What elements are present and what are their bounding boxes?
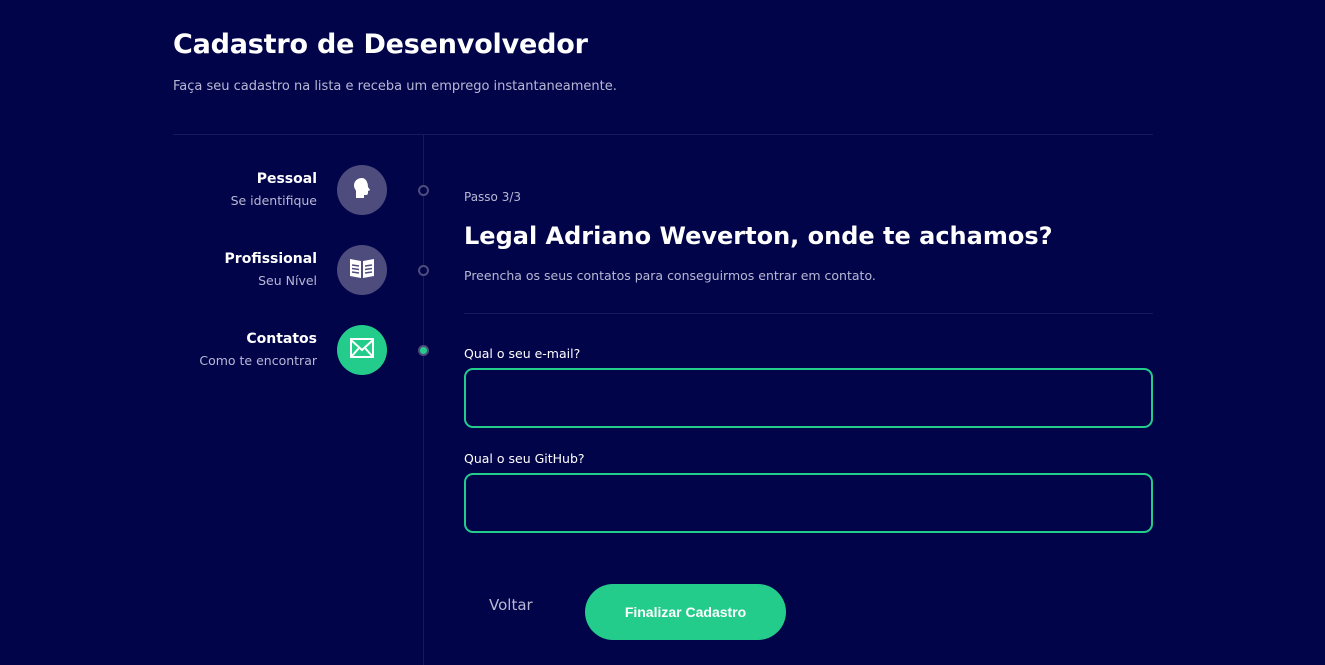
- email-label: Qual o seu e-mail?: [464, 346, 581, 361]
- page-title: Cadastro de Desenvolvedor: [173, 29, 588, 60]
- step-contatos[interactable]: Contatos Como te encontrar: [173, 325, 433, 377]
- github-field[interactable]: [464, 473, 1153, 533]
- step-dot: [418, 345, 429, 356]
- email-field[interactable]: [464, 368, 1153, 428]
- submit-button[interactable]: Finalizar Cadastro: [585, 584, 786, 640]
- step-dot: [418, 265, 429, 276]
- step-circle: [337, 325, 387, 375]
- step-description: Seu Nível: [258, 273, 317, 288]
- form-divider: [464, 313, 1153, 314]
- step-profissional-text: Profissional Seu Nível: [225, 251, 317, 288]
- head-icon: [350, 176, 374, 204]
- step-contatos-text: Contatos Como te encontrar: [199, 331, 317, 368]
- step-pessoal[interactable]: Pessoal Se identifique: [173, 165, 433, 217]
- form-description: Preencha os seus contatos para conseguir…: [464, 268, 876, 283]
- step-title: Pessoal: [256, 171, 317, 187]
- step-dot: [418, 185, 429, 196]
- signup-container: Cadastro de Desenvolvedor Faça seu cadas…: [173, 0, 1153, 665]
- mail-icon: [349, 337, 375, 363]
- book-icon: [349, 257, 375, 283]
- step-description: Como te encontrar: [199, 353, 317, 368]
- step-circle: [337, 165, 387, 215]
- page-subtitle: Faça seu cadastro na lista e receba um e…: [173, 79, 617, 94]
- github-label: Qual o seu GitHub?: [464, 451, 585, 466]
- back-button[interactable]: Voltar: [489, 596, 533, 614]
- step-description: Se identifique: [230, 193, 317, 208]
- step-circle: [337, 245, 387, 295]
- step-counter: Passo 3/3: [464, 190, 522, 204]
- step-profissional[interactable]: Profissional Seu Nível: [173, 245, 433, 297]
- header-divider: [173, 134, 1153, 135]
- step-title: Contatos: [246, 331, 317, 347]
- step-title: Profissional: [224, 251, 317, 267]
- form-title: Legal Adriano Weverton, onde te achamos?: [464, 222, 1053, 250]
- step-pessoal-text: Pessoal Se identifique: [231, 171, 317, 208]
